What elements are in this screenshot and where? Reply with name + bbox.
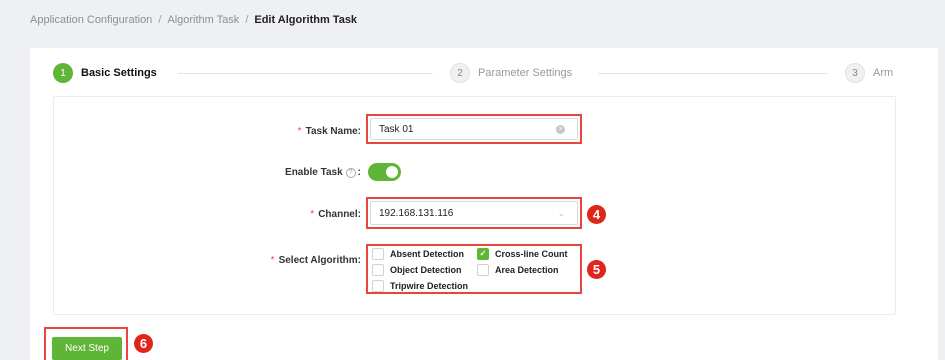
task-name-input[interactable]: Task 01 × — [370, 118, 578, 140]
step-number-1: 1 — [53, 63, 73, 83]
breadcrumb-separator: / — [158, 14, 162, 26]
breadcrumb-separator: / — [245, 14, 249, 26]
task-name-label: * Task Name: — [297, 126, 361, 137]
step-arm[interactable]: 3 Arm — [845, 63, 893, 83]
checkbox-box — [372, 248, 384, 260]
checkbox-tripwire-detection[interactable]: Tripwire Detection — [372, 280, 468, 292]
breadcrumb-current: Edit Algorithm Task — [254, 14, 358, 26]
clear-icon[interactable]: × — [556, 125, 565, 134]
checkbox-cross-line-count[interactable]: ✓ Cross-line Count — [477, 248, 568, 260]
step-basic-settings[interactable]: 1 Basic Settings — [53, 63, 157, 83]
required-marker: * — [270, 255, 275, 266]
checkbox-absent-detection[interactable]: Absent Detection — [372, 248, 464, 260]
toggle-knob — [386, 166, 398, 178]
required-marker: * — [297, 126, 302, 137]
breadcrumb-application-configuration[interactable]: Application Configuration — [30, 14, 152, 26]
callout-badge-5: 5 — [587, 260, 606, 279]
next-step-button[interactable]: Next Step — [52, 337, 122, 360]
step-parameter-settings[interactable]: 2 Parameter Settings — [450, 63, 572, 83]
channel-label: * Channel: — [310, 209, 361, 220]
required-marker: * — [310, 209, 315, 220]
callout-badge-6: 6 — [134, 334, 153, 353]
checkmark-icon: ✓ — [477, 248, 489, 260]
step-label-parameter-settings: Parameter Settings — [478, 67, 573, 79]
callout-badge-4: 4 — [587, 205, 606, 224]
checkbox-box — [477, 264, 489, 276]
step-label-arm: Arm — [873, 67, 894, 79]
channel-value: 192.168.131.116 — [379, 207, 454, 219]
checkbox-object-detection[interactable]: Object Detection — [372, 264, 462, 276]
step-indicator: 1 Basic Settings 2 Parameter Settings 3 … — [48, 63, 928, 85]
task-name-value: Task 01 — [379, 123, 414, 135]
breadcrumb-algorithm-task[interactable]: Algorithm Task — [167, 14, 239, 26]
step-connector — [598, 73, 828, 74]
checkbox-box — [372, 264, 384, 276]
checkbox-box — [372, 280, 384, 292]
step-connector — [178, 73, 433, 74]
step-label-basic-settings: Basic Settings — [81, 67, 157, 79]
enable-task-label: Enable Task?: — [285, 167, 361, 178]
step-number-3: 3 — [845, 63, 865, 83]
checkbox-area-detection[interactable]: Area Detection — [477, 264, 559, 276]
step-number-2: 2 — [450, 63, 470, 83]
breadcrumb: Application Configuration / Algorithm Task… — [30, 14, 357, 26]
chevron-down-icon: ⌄ — [557, 208, 565, 218]
select-algorithm-label: * Select Algorithm: — [270, 255, 361, 266]
help-icon[interactable]: ? — [345, 168, 356, 178]
enable-task-toggle[interactable] — [368, 163, 401, 181]
channel-select[interactable]: 192.168.131.116 ⌄ — [370, 201, 578, 225]
